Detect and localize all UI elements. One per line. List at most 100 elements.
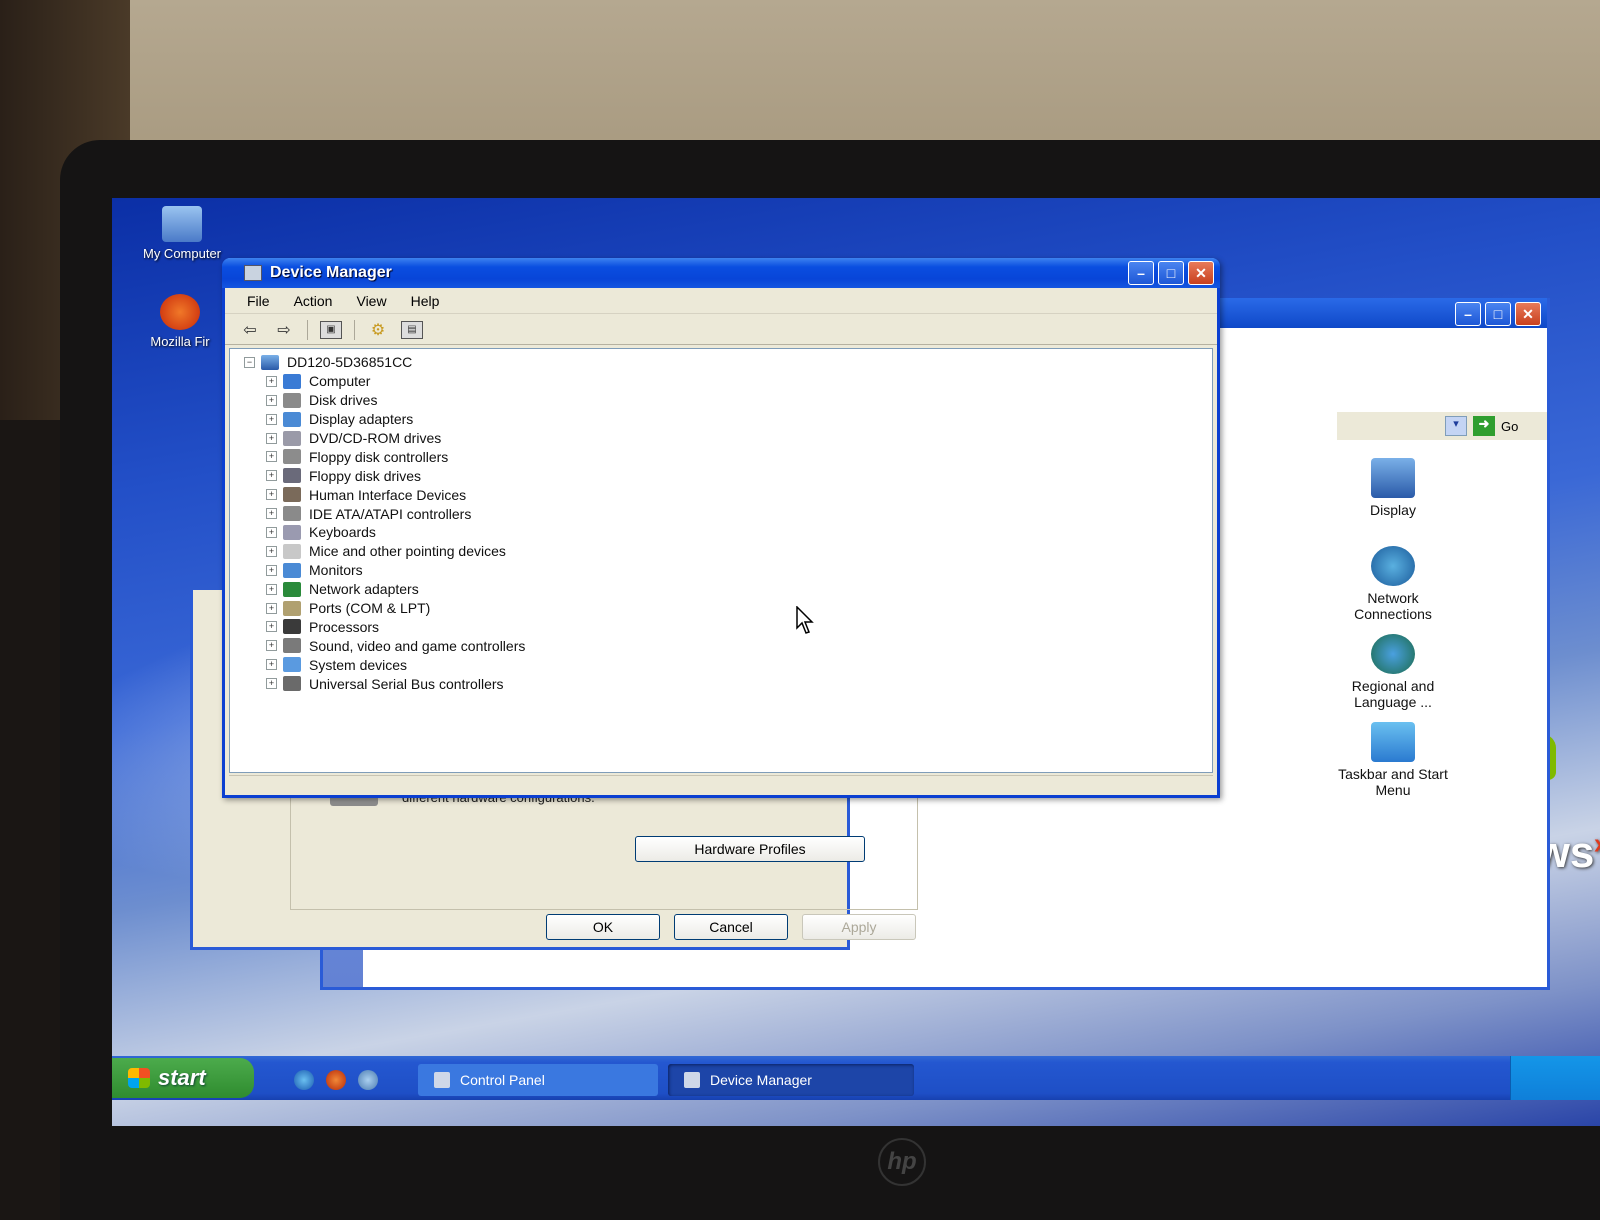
tree-category-label: Display adapters — [309, 411, 414, 428]
forward-icon[interactable]: ⇨ — [273, 321, 295, 339]
desktop-icon-firefox[interactable]: Mozilla Fir — [130, 294, 230, 349]
device-category-icon — [283, 411, 301, 427]
expand-icon[interactable]: + — [266, 583, 277, 595]
tree-category[interactable]: + IDE ATA/ATAPI controllers — [244, 504, 1212, 523]
tree-category[interactable]: + Floppy disk controllers — [244, 447, 1212, 466]
tree-category-label: IDE ATA/ATAPI controllers — [309, 505, 472, 522]
tree-category[interactable]: + Mice and other pointing devices — [244, 542, 1212, 561]
expand-icon[interactable]: + — [266, 451, 277, 463]
cp-item-taskbar-start-menu[interactable]: Taskbar and Start Menu — [1338, 722, 1448, 798]
system-tray[interactable] — [1510, 1056, 1600, 1100]
task-label: Control Panel — [460, 1072, 545, 1088]
tree-category[interactable]: + Processors — [244, 617, 1212, 636]
expand-icon[interactable]: + — [266, 394, 277, 406]
expand-icon[interactable]: + — [266, 375, 277, 387]
expand-icon[interactable]: + — [266, 621, 277, 633]
apply-button[interactable]: Apply — [802, 914, 916, 940]
window-title: Device Manager — [270, 264, 392, 281]
start-label: start — [158, 1065, 206, 1090]
regional-language-icon — [1371, 634, 1415, 674]
menu-view[interactable]: View — [344, 293, 398, 309]
tree-category[interactable]: + Display adapters — [244, 410, 1212, 429]
cp-item-display[interactable]: Display — [1338, 458, 1448, 518]
device-category-icon — [283, 600, 301, 616]
back-icon[interactable]: ⇦ — [239, 321, 261, 339]
tree-category-label: Ports (COM & LPT) — [309, 600, 431, 617]
tree-category[interactable]: + Computer — [244, 372, 1212, 391]
tree-category-label: Floppy disk drives — [309, 467, 422, 484]
properties-icon[interactable]: ▣ — [320, 320, 342, 339]
expand-icon[interactable]: + — [266, 678, 277, 690]
menu-help[interactable]: Help — [399, 293, 452, 309]
desktop-icon-label: Mozilla Fir — [150, 334, 210, 349]
cancel-button[interactable]: Cancel — [674, 914, 788, 940]
expand-icon[interactable]: + — [266, 489, 277, 501]
desktop-icon-my-computer[interactable]: My Computer — [132, 206, 232, 261]
tree-category-label: Universal Serial Bus controllers — [309, 675, 504, 692]
expand-icon[interactable]: + — [266, 432, 277, 444]
tree-category[interactable]: + Human Interface Devices — [244, 485, 1212, 504]
device-manager-icon — [684, 1072, 700, 1088]
cp-item-label: Network Connections — [1354, 590, 1432, 622]
tree-category[interactable]: + Keyboards — [244, 523, 1212, 542]
tree-category-label: Mice and other pointing devices — [309, 543, 506, 560]
device-category-icon — [283, 562, 301, 578]
close-icon[interactable]: ✕ — [1515, 302, 1541, 326]
maximize-icon[interactable]: □ — [1158, 261, 1184, 285]
expand-icon[interactable]: + — [266, 526, 277, 538]
close-icon[interactable]: ✕ — [1188, 261, 1214, 285]
tree-category[interactable]: + Network adapters — [244, 580, 1212, 599]
expand-icon[interactable]: + — [266, 545, 277, 557]
ok-button[interactable]: OK — [546, 914, 660, 940]
chevron-down-icon[interactable]: ▾ — [1445, 416, 1467, 436]
tree-category[interactable]: + Universal Serial Bus controllers — [244, 674, 1212, 693]
menu-file[interactable]: File — [235, 293, 282, 309]
tree-category-label: System devices — [309, 656, 408, 673]
expand-icon[interactable]: + — [266, 508, 277, 520]
expand-icon[interactable]: + — [266, 602, 277, 614]
device-manager-window[interactable]: Device Manager – □ ✕ File Action View He… — [222, 258, 1220, 798]
address-bar: ▾ ➜ Go — [1337, 412, 1547, 440]
menu-action[interactable]: Action — [282, 293, 345, 309]
go-arrow-icon[interactable]: ➜ — [1473, 416, 1495, 436]
tree-root[interactable]: − DD120-5D36851CC — [244, 353, 1212, 372]
status-bar — [229, 775, 1213, 793]
hp-logo-icon: hp — [878, 1138, 926, 1186]
firefox-icon[interactable] — [326, 1070, 346, 1090]
tree-category[interactable]: + Sound, video and game controllers — [244, 636, 1212, 655]
expand-icon[interactable]: + — [266, 659, 277, 671]
device-category-icon — [283, 487, 301, 503]
expand-icon[interactable]: + — [266, 564, 277, 576]
collapse-icon[interactable]: − — [244, 356, 255, 368]
tree-category[interactable]: + Ports (COM & LPT) — [244, 599, 1212, 618]
scan-hardware-icon[interactable]: ⚙ — [367, 321, 389, 339]
device-category-icon — [283, 619, 301, 635]
device-category-icon — [283, 543, 301, 559]
ie-icon[interactable] — [294, 1070, 314, 1090]
tree-category[interactable]: + DVD/CD-ROM drives — [244, 429, 1212, 448]
show-hidden-icon[interactable]: ▤ — [401, 320, 423, 339]
go-button[interactable]: Go — [1501, 419, 1518, 434]
media-player-icon[interactable] — [358, 1070, 378, 1090]
expand-icon[interactable]: + — [266, 413, 277, 425]
expand-icon[interactable]: + — [266, 470, 277, 482]
tree-category[interactable]: + System devices — [244, 655, 1212, 674]
device-tree[interactable]: − DD120-5D36851CC + Computer + Disk drives +… — [229, 348, 1213, 773]
network-connections-icon — [1371, 546, 1415, 586]
desktop-icon-label: My Computer — [142, 246, 222, 261]
expand-icon[interactable]: + — [266, 640, 277, 652]
cp-item-regional-language[interactable]: Regional and Language ... — [1338, 634, 1448, 710]
task-device-manager[interactable]: Device Manager — [668, 1064, 914, 1096]
tree-category[interactable]: + Disk drives — [244, 391, 1212, 410]
tree-category[interactable]: + Monitors — [244, 561, 1212, 580]
minimize-icon[interactable]: – — [1128, 261, 1154, 285]
cp-item-network-connections[interactable]: Network Connections — [1338, 546, 1448, 622]
task-control-panel[interactable]: Control Panel — [418, 1064, 658, 1096]
device-manager-titlebar[interactable]: Device Manager – □ ✕ — [222, 258, 1220, 288]
maximize-icon[interactable]: □ — [1485, 302, 1511, 326]
minimize-icon[interactable]: – — [1455, 302, 1481, 326]
start-button[interactable]: start — [112, 1058, 254, 1098]
tree-category[interactable]: + Floppy disk drives — [244, 466, 1212, 485]
device-category-icon — [283, 468, 301, 484]
hardware-profiles-button[interactable]: Hardware Profiles — [635, 836, 865, 862]
